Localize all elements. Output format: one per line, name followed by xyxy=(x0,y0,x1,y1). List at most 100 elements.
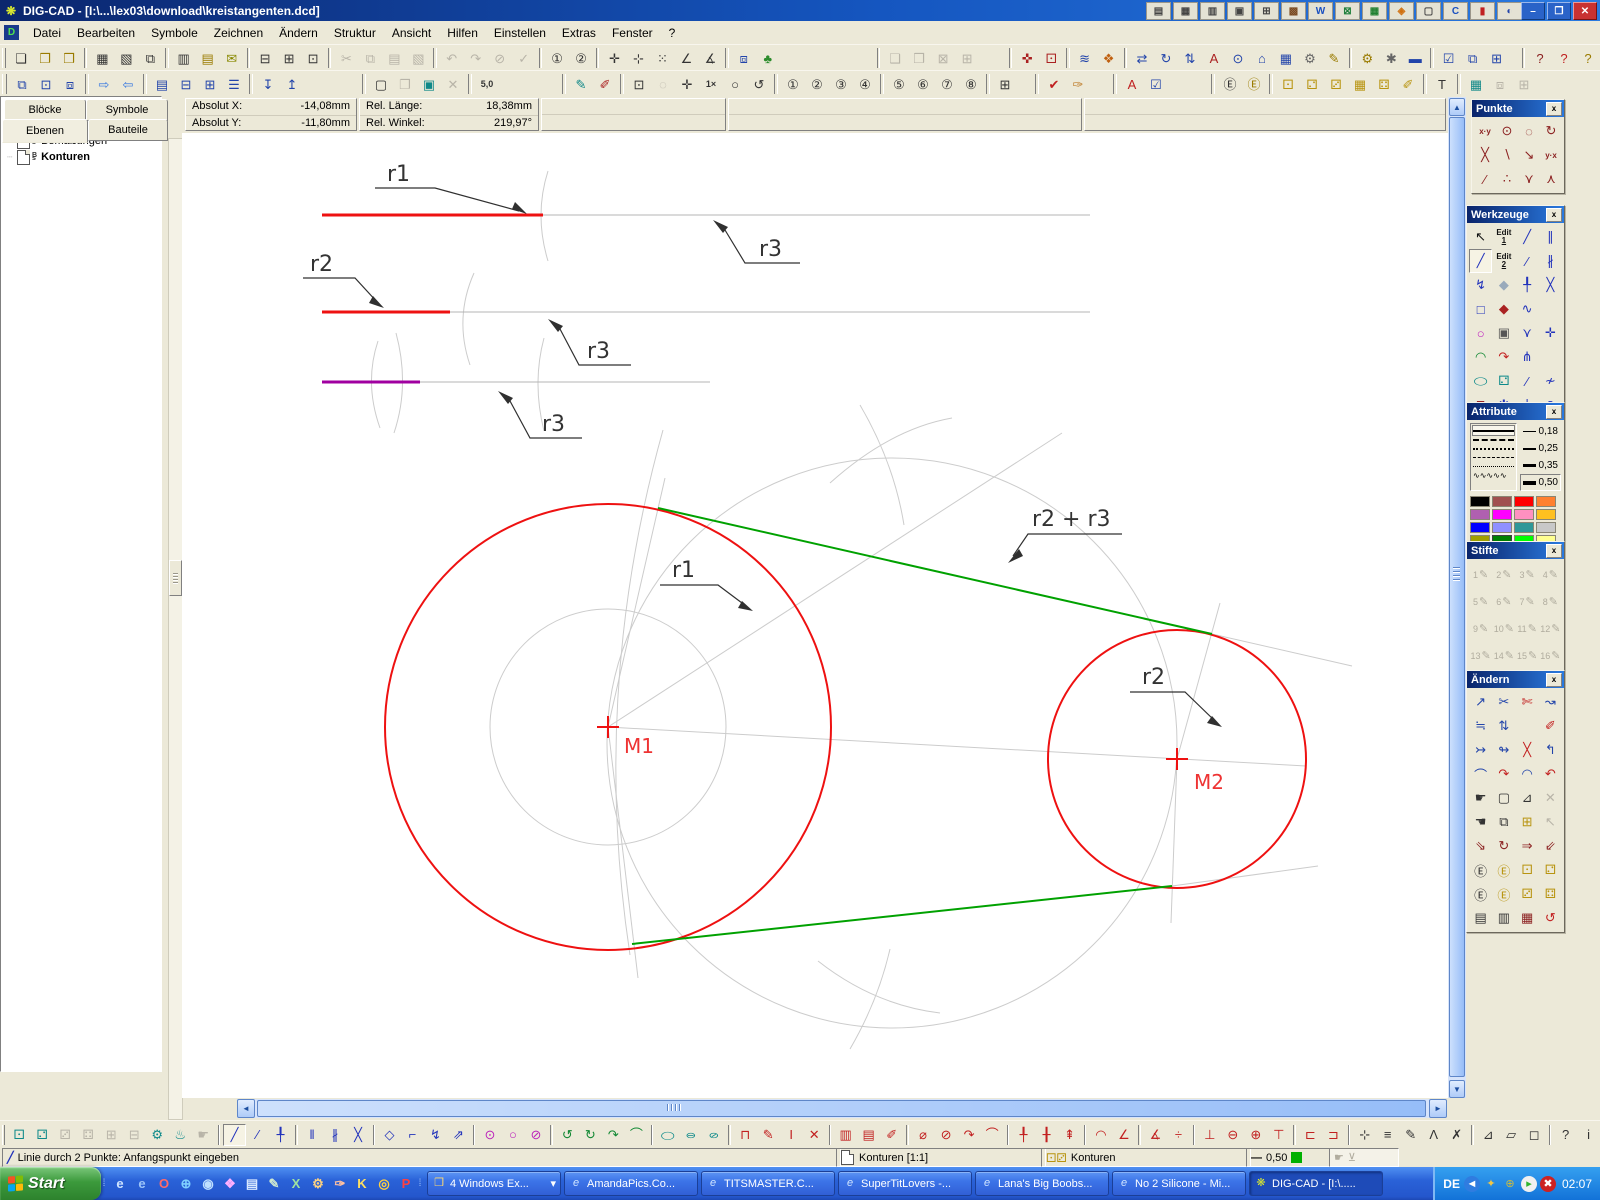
view3d-settings-button[interactable]: ⚙ xyxy=(146,1124,169,1146)
view3d-iso-button[interactable]: ⚀ xyxy=(8,1124,31,1146)
arc-swing-button[interactable]: ↷ xyxy=(602,1124,625,1146)
dim-pen-button[interactable]: ✎ xyxy=(757,1124,780,1146)
point-on-circle-button[interactable]: ⊙ xyxy=(1496,119,1518,143)
edit-sheet-new-button[interactable]: Ⓔ xyxy=(1492,858,1515,882)
help-book-button[interactable]: ? xyxy=(1576,47,1600,69)
paint-brush-button[interactable]: ✑ xyxy=(1066,73,1090,95)
scroll-up-button[interactable]: ▲ xyxy=(1449,98,1465,116)
arc-edit-3-button[interactable]: ◠ xyxy=(1516,762,1539,786)
media-player-icon[interactable]: ◉ xyxy=(197,1173,219,1195)
tree-scrollbar[interactable] xyxy=(168,138,183,1120)
info-point-button[interactable]: i xyxy=(1577,1124,1600,1146)
app-c-icon[interactable]: C xyxy=(1443,2,1468,20)
block-edit-3-button[interactable]: ⚂ xyxy=(1516,882,1539,906)
language-indicator[interactable]: DE xyxy=(1443,1177,1460,1191)
menu-einstellen[interactable]: Einstellen xyxy=(486,23,554,43)
color-swatch-5[interactable] xyxy=(1492,509,1512,520)
menu-?[interactable]: ? xyxy=(661,23,684,43)
block-build-button[interactable]: ⚀ xyxy=(1276,73,1300,95)
task-button-amandapics-co-[interactable]: e AmandaPics.Co... xyxy=(564,1171,698,1196)
transfer-forward-button[interactable]: ⇨ xyxy=(92,73,116,95)
close-icon[interactable]: x xyxy=(1546,543,1562,558)
horizontal-scrollbar[interactable]: ◄ ► xyxy=(237,1099,1447,1118)
dim-horizontal-button[interactable]: ⊓ xyxy=(734,1124,757,1146)
hatch-lines-button[interactable]: ≡ xyxy=(1376,1124,1399,1146)
trim-to-point-button[interactable]: ↣ xyxy=(1469,738,1492,762)
mirror-element-button[interactable]: ⇙ xyxy=(1539,834,1562,858)
fillet-button[interactable]: ↝ xyxy=(1539,690,1562,714)
page-preview-button[interactable]: ▥ xyxy=(172,47,196,69)
swap-direction-button[interactable]: ⇅ xyxy=(1492,714,1515,738)
dim-frame-1-button[interactable]: ⊏ xyxy=(1299,1124,1322,1146)
point-set-2-button[interactable]: ◆ xyxy=(1492,297,1515,321)
line-style-solid[interactable] xyxy=(1472,425,1515,436)
books-icon[interactable]: ▩ xyxy=(1281,2,1306,20)
point-distance-button[interactable]: ∕ xyxy=(1474,167,1496,191)
task-button-supertitlovers-[interactable]: e SuperTitLovers -... xyxy=(838,1171,972,1196)
block-table-button[interactable]: ▦ xyxy=(1348,73,1372,95)
app-gray-icon[interactable]: ▢ xyxy=(1416,2,1441,20)
block-edit-2-button[interactable]: ⚁ xyxy=(1539,858,1562,882)
measure-pen-button[interactable]: ✎ xyxy=(569,73,593,95)
close-button[interactable]: ✕ xyxy=(1573,2,1597,20)
eraser-button[interactable]: ✐ xyxy=(1539,714,1562,738)
window-new-button[interactable]: ⊡ xyxy=(34,73,58,95)
sheet-2-button[interactable]: ② xyxy=(569,47,593,69)
ellipse-button[interactable]: ◯ xyxy=(1469,374,1492,389)
block-edit-1-button[interactable]: ⚀ xyxy=(1516,858,1539,882)
dimension-flip-button[interactable]: ↷ xyxy=(1492,345,1515,369)
toolbar-grip[interactable] xyxy=(2,1124,5,1145)
parallel-line-button[interactable]: ‖ xyxy=(301,1124,324,1146)
contour-trace-button[interactable]: ⌐ xyxy=(401,1124,424,1146)
dim-arc-button[interactable]: ⌒ xyxy=(981,1124,1004,1146)
zoom-window-button[interactable]: ⊞ xyxy=(993,73,1017,95)
dim-base-button[interactable]: ▤ xyxy=(857,1124,880,1146)
copy-frame-button[interactable]: ⧉ xyxy=(1492,810,1515,834)
task-button-dig-cad-i-[interactable]: ❋ DIG-CAD - [I:\..... xyxy=(1249,1171,1383,1196)
grid-points-button[interactable]: ⁙ xyxy=(650,47,674,69)
dim-vertical-button[interactable]: Ι xyxy=(780,1124,803,1146)
menu-zeichnen[interactable]: Zeichnen xyxy=(206,23,271,43)
line-perpendicular-button[interactable]: ╀ xyxy=(269,1124,292,1146)
edit-1-button[interactable]: Edit 1 xyxy=(1492,225,1515,249)
select-partial-button[interactable]: ⊿ xyxy=(1516,786,1539,810)
ellipse-axis-button[interactable]: ◯ xyxy=(656,1128,679,1142)
dim-ordinate-1-button[interactable]: ╀ xyxy=(1012,1124,1035,1146)
ellipse-center-button[interactable]: ⊖ xyxy=(679,1128,702,1142)
notes-icon[interactable]: ▥ xyxy=(1200,2,1225,20)
arc-edit-1-button[interactable]: ⌒ xyxy=(1469,762,1492,786)
drawing-canvas[interactable]: r1 r3 r2 r3 r3 r1 r2 + r3 r2 M1 M2 xyxy=(182,133,1448,1098)
hatch-angle-button[interactable]: Λ xyxy=(1422,1124,1445,1146)
sheet-tools-1-button[interactable]: ▤ xyxy=(1469,906,1492,930)
sheet-tools-2-button[interactable]: ▥ xyxy=(1492,906,1515,930)
zoom-previous-button[interactable]: ↺ xyxy=(747,73,771,95)
task-button-no-2-silicone-mi-[interactable]: e No 2 Silicone - Mi... xyxy=(1112,1171,1246,1196)
pan-button[interactable]: ✛ xyxy=(675,73,699,95)
globe-icon[interactable]: ⊕ xyxy=(1502,1176,1518,1192)
windows-copy-button[interactable]: ⧉ xyxy=(10,73,34,95)
line-simple-button[interactable]: ╱ xyxy=(1516,225,1539,249)
toolbar-grip[interactable] xyxy=(2,74,7,94)
arc-edit-2-button[interactable]: ↷ xyxy=(1492,762,1515,786)
task-button-lana-s-big-boobs-[interactable]: e Lana's Big Boobs... xyxy=(975,1171,1109,1196)
key-icon[interactable]: K xyxy=(351,1173,373,1195)
p-red-icon[interactable]: P xyxy=(395,1173,417,1195)
sidebar-tab-symbole[interactable]: Symbole xyxy=(86,99,168,121)
edit-sheet-1-button[interactable]: Ⓔ xyxy=(1469,858,1492,882)
measure-triangle-button[interactable]: ⊿ xyxy=(1477,1124,1500,1146)
burner-icon[interactable]: ◎ xyxy=(373,1173,395,1195)
dim-delete-button[interactable]: ✕ xyxy=(803,1124,826,1146)
perpendicular-button[interactable]: ╀ xyxy=(1516,273,1539,297)
open-file-button[interactable]: ❐ xyxy=(33,47,57,69)
earth-icon[interactable]: ⊕ xyxy=(175,1173,197,1195)
point-circle-dashed-button[interactable]: ◌ xyxy=(1518,119,1540,143)
app-red-icon[interactable]: ▮ xyxy=(1470,2,1495,20)
color-swatch-2[interactable] xyxy=(1514,496,1534,507)
line-2pt-button[interactable]: ╱ xyxy=(223,1123,247,1146)
tree-scrollbar-thumb[interactable] xyxy=(169,560,182,596)
camera-button[interactable]: ▣ xyxy=(1492,321,1515,345)
info-element-button[interactable]: ? xyxy=(1554,1124,1577,1146)
net-points-button[interactable]: ▦ xyxy=(1464,73,1488,95)
rhombus-button[interactable]: ◇ xyxy=(378,1124,401,1146)
divide-element-button[interactable]: ≒ xyxy=(1469,714,1492,738)
